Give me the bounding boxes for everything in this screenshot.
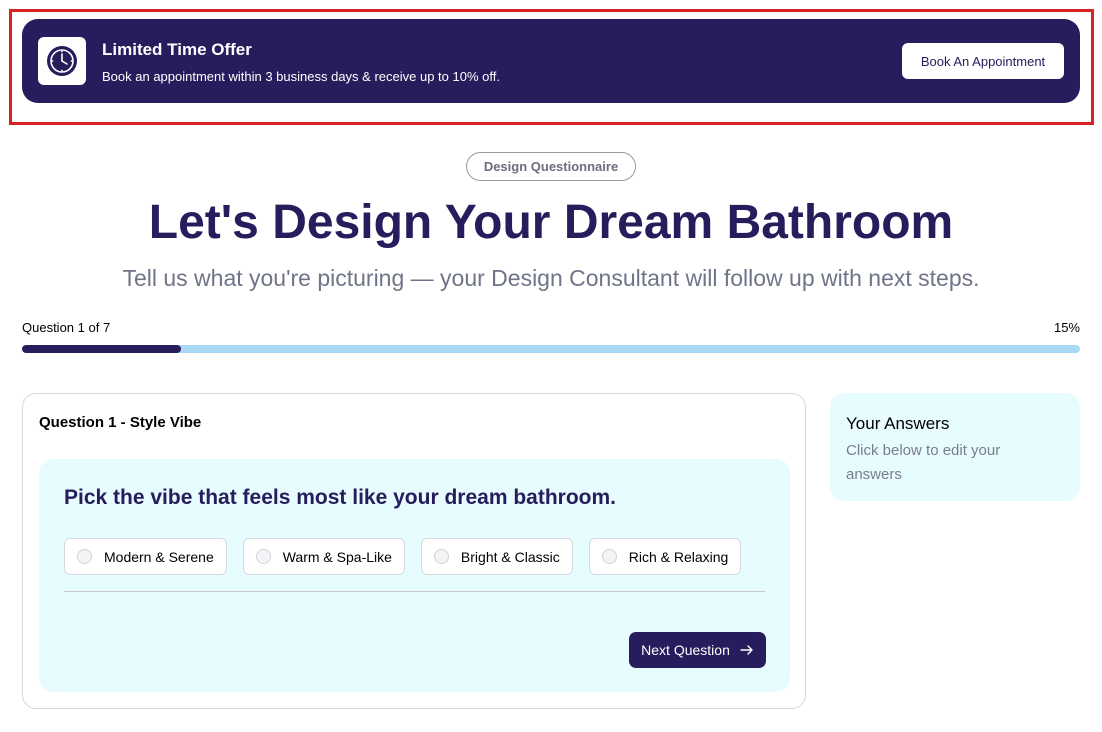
next-question-button[interactable]: Next Question	[629, 632, 766, 668]
offer-banner: Limited Time Offer Book an appointment w…	[22, 19, 1080, 103]
next-question-label: Next Question	[641, 642, 730, 658]
clock-icon	[38, 37, 86, 85]
progress-bar	[22, 345, 1080, 353]
radio-icon[interactable]	[601, 549, 617, 564]
option-label: Modern & Serene	[104, 548, 214, 565]
radio-icon[interactable]	[77, 549, 92, 564]
page-subtitle: Tell us what you're picturing — your Des…	[122, 265, 980, 291]
option-label: Rich & Relaxing	[628, 548, 729, 565]
radio-icon[interactable]	[255, 549, 271, 564]
radio-icon[interactable]	[433, 549, 449, 564]
progress-fill	[22, 345, 181, 353]
option-warm-spa-like[interactable]: Warm & Spa-Like	[242, 538, 405, 575]
option-bright-classic[interactable]: Bright & Classic	[420, 538, 573, 575]
banner-title: Limited Time Offer	[102, 40, 252, 59]
progress-percent: 15%	[1053, 320, 1080, 335]
question-title: Question 1 - Style Vibe	[39, 414, 202, 431]
answers-title: Your Answers	[846, 414, 950, 433]
answers-subtitle: Click below to edit your answers	[846, 442, 1001, 483]
question-prompt: Pick the vibe that feels most like your …	[64, 486, 616, 509]
your-answers-panel: Your Answers Click below to edit your an…	[830, 393, 1080, 501]
option-label: Warm & Spa-Like	[282, 548, 392, 565]
book-appointment-button[interactable]: Book An Appointment	[902, 43, 1064, 79]
design-questionnaire-badge: Design Questionnaire	[466, 152, 636, 181]
option-label: Bright & Classic	[460, 548, 560, 565]
progress-label: Question 1 of 7	[22, 320, 111, 335]
question-card: Question 1 - Style Vibe Pick the vibe th…	[22, 393, 806, 709]
option-modern-serene[interactable]: Modern & Serene	[64, 538, 227, 575]
page-title: Let's Design Your Dream Bathroom	[148, 196, 954, 249]
option-list: Modern & Serene Warm & Spa-Like Bright &…	[64, 538, 742, 575]
banner-subtitle: Book an appointment within 3 business da…	[102, 69, 500, 84]
option-rich-relaxing[interactable]: Rich & Relaxing	[588, 538, 742, 575]
arrow-right-icon	[740, 645, 753, 655]
divider	[64, 591, 765, 592]
question-panel: Pick the vibe that feels most like your …	[39, 459, 790, 692]
